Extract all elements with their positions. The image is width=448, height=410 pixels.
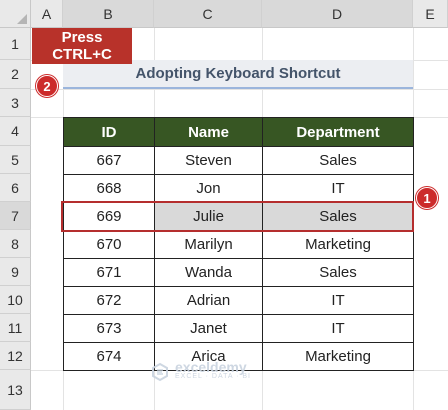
column-header-e[interactable]: E (413, 0, 448, 28)
step-2-badge: 2 (36, 75, 58, 97)
cell-name[interactable]: Steven (154, 146, 263, 175)
cell-id[interactable]: 667 (63, 146, 155, 175)
sheet-title[interactable]: Adopting Keyboard Shortcut (63, 60, 413, 87)
column-header-c[interactable]: C (154, 0, 262, 28)
selection-highlight-frame (61, 201, 414, 232)
row-header-10[interactable]: 10 (0, 286, 31, 314)
header-department[interactable]: Department (262, 117, 414, 147)
cell-department[interactable]: Marketing (262, 342, 414, 371)
column-header-b[interactable]: B (63, 0, 154, 28)
step-1-badge: 1 (416, 187, 438, 209)
cell-name[interactable]: Janet (154, 314, 263, 343)
exceldemy-logo-icon (152, 362, 168, 382)
row-header-6[interactable]: 6 (0, 174, 31, 202)
header-name[interactable]: Name (154, 117, 263, 147)
table-header-row: ID Name Department (63, 117, 414, 147)
column-header-d[interactable]: D (262, 0, 413, 28)
callout-line-2: CTRL+C (52, 46, 112, 63)
cell-id[interactable]: 674 (63, 342, 155, 371)
select-all-corner[interactable] (0, 0, 31, 28)
cell-department[interactable]: IT (262, 286, 414, 315)
row-header-9[interactable]: 9 (0, 258, 31, 286)
cell-name[interactable]: Marilyn (154, 230, 263, 259)
cell-department[interactable]: IT (262, 174, 414, 203)
cell-name[interactable]: Adrian (154, 286, 263, 315)
cell-id[interactable]: 670 (63, 230, 155, 259)
cell-id[interactable]: 671 (63, 258, 155, 287)
cell-id[interactable]: 673 (63, 314, 155, 343)
row-header-11[interactable]: 11 (0, 314, 31, 342)
cell-id[interactable]: 672 (63, 286, 155, 315)
cell-name[interactable]: Wanda (154, 258, 263, 287)
table-row: 668 Jon IT (63, 174, 414, 203)
row-header-7[interactable]: 7 (0, 202, 31, 230)
watermark-tagline: EXCEL · DATA · BI (175, 373, 251, 380)
employee-table: ID Name Department 667 Steven Sales 668 … (63, 117, 414, 371)
grid-line (31, 89, 448, 90)
row-header-3[interactable]: 3 (0, 89, 31, 117)
row-header-13[interactable]: 13 (0, 370, 31, 410)
press-ctrl-c-callout: Press CTRL+C (32, 28, 132, 64)
spreadsheet: A B C D E 1 2 3 4 5 6 7 8 9 10 11 12 13 … (0, 0, 448, 410)
table-row: 673 Janet IT (63, 314, 414, 343)
table-row: 667 Steven Sales (63, 146, 414, 175)
table-row: 672 Adrian IT (63, 286, 414, 315)
cell-department[interactable]: IT (262, 314, 414, 343)
cell-department[interactable]: Sales (262, 146, 414, 175)
table-row: 670 Marilyn Marketing (63, 230, 414, 259)
header-id[interactable]: ID (63, 117, 155, 147)
row-header-12[interactable]: 12 (0, 342, 31, 370)
cell-department[interactable]: Marketing (262, 230, 414, 259)
row-header-4[interactable]: 4 (0, 117, 31, 146)
row-header-5[interactable]: 5 (0, 146, 31, 174)
title-underline (63, 87, 413, 89)
watermark-name: exceldemy (175, 359, 247, 375)
row-header-2[interactable]: 2 (0, 60, 31, 89)
row-header-1[interactable]: 1 (0, 28, 31, 60)
callout-line-1: Press (61, 29, 103, 46)
cell-department[interactable]: Sales (262, 258, 414, 287)
select-all-icon (17, 14, 27, 24)
cell-id[interactable]: 668 (63, 174, 155, 203)
cell-name[interactable]: Jon (154, 174, 263, 203)
column-header-a[interactable]: A (31, 0, 63, 28)
exceldemy-watermark: exceldemy EXCEL · DATA · BI (150, 359, 251, 382)
row-header-8[interactable]: 8 (0, 230, 31, 258)
table-row: 671 Wanda Sales (63, 258, 414, 287)
